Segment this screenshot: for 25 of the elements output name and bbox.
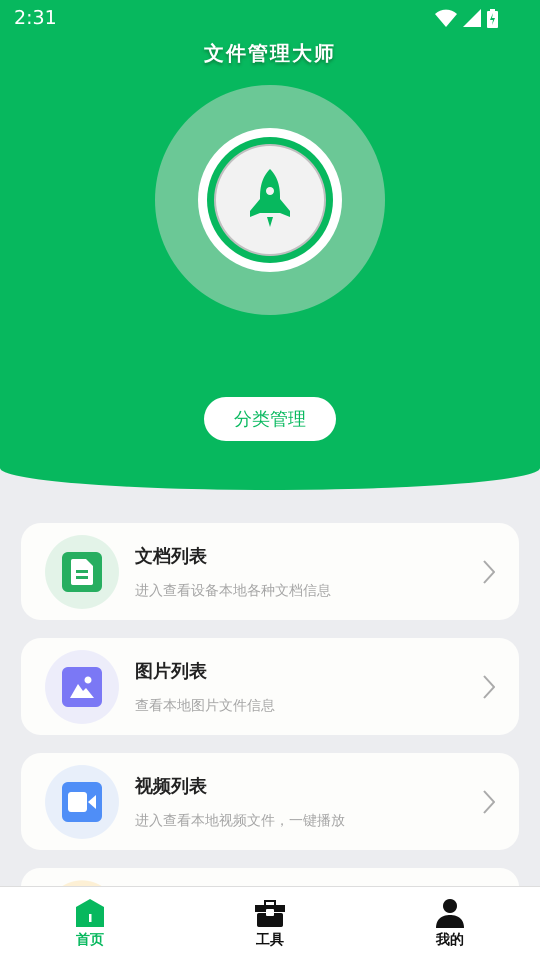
card-subtitle: 查看本地图片文件信息 [135,696,276,714]
signal-icon [463,9,481,27]
home-icon [75,898,105,928]
card-subtitle: 进入查看本地视频文件，一键播放 [135,812,346,830]
card-title: 视频列表 [135,774,208,798]
chevron-right-icon [483,674,495,698]
chevron-right-icon [483,560,495,584]
nav-tab[interactable]: 我的 [360,887,540,960]
list-card[interactable]: 视频列表 进入查看本地视频文件，一键播放 [21,753,519,850]
list-card[interactable]: 图片列表 查看本地图片文件信息 [21,638,519,735]
card-title: 文档列表 [135,544,208,568]
nav-tab[interactable]: 工具 [180,887,360,960]
battery-icon [487,8,498,28]
chevron-right-icon [483,790,495,814]
app-title: 文件管理大师 [204,40,336,67]
card-subtitle: 进入查看设备本地各种文档信息 [135,582,332,600]
status-time: 2:31 [14,7,57,29]
wifi-icon [435,9,457,27]
document-icon [71,558,93,584]
person-icon [435,898,465,928]
image-icon [70,676,94,698]
toolbox-icon [255,898,285,928]
list-card[interactable]: 文档列表 进入查看设备本地各种文档信息 [21,523,519,620]
card-title: 图片列表 [135,660,208,682]
video-camera-icon [68,792,96,812]
